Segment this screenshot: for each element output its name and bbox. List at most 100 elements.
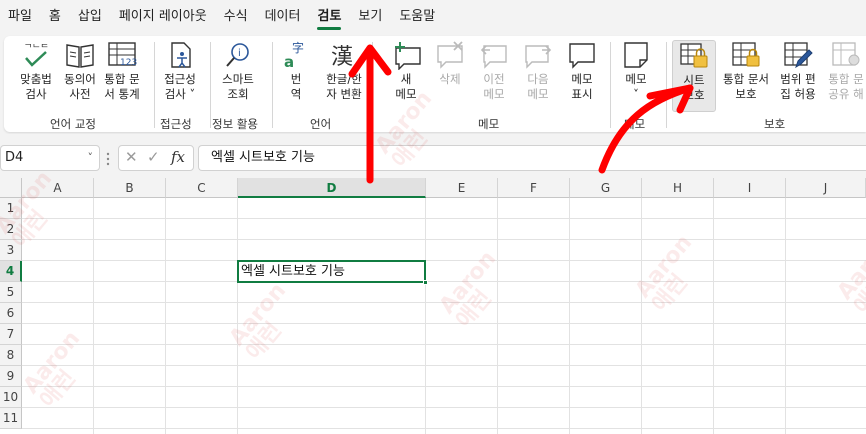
translate-button[interactable]: 字a 번 역 bbox=[272, 40, 320, 112]
row-header-10[interactable]: 10 bbox=[0, 387, 22, 408]
gridline bbox=[569, 198, 570, 434]
gridline bbox=[22, 218, 866, 219]
gridline bbox=[425, 198, 426, 434]
hangul-hanja-convert-button[interactable]: 漢 한글/한 자 변환 bbox=[320, 40, 368, 112]
workbook-statistics-button[interactable]: 123 통합 문 서 통계 bbox=[98, 40, 146, 112]
tab-3[interactable]: 페이지 레이아웃 bbox=[119, 0, 207, 34]
group-label-accessibility: 접근성 bbox=[160, 117, 192, 131]
gridline bbox=[22, 365, 866, 366]
protect-sheet-button[interactable]: 시트 보호 bbox=[672, 40, 716, 112]
gridline bbox=[785, 198, 786, 434]
gridline bbox=[713, 198, 714, 434]
cancel-icon[interactable]: ✕ bbox=[125, 148, 138, 166]
gridline bbox=[22, 323, 866, 324]
gridline bbox=[497, 198, 498, 434]
group-label-insights: 정보 활용 bbox=[212, 117, 258, 131]
tab-6[interactable]: 검토 bbox=[317, 0, 341, 34]
row-header-2[interactable]: 2 bbox=[0, 219, 22, 240]
row-header-9[interactable]: 9 bbox=[0, 366, 22, 387]
tab-5[interactable]: 데이터 bbox=[265, 0, 301, 34]
worksheet-grid[interactable]: A B C D E F G H I J 1 2 3 4 5 6 7 8 9 10 11 엑셀 시트보호 기능 bbox=[0, 178, 866, 434]
allow-edit-ranges-button[interactable]: 범위 편 집 허용 bbox=[774, 40, 822, 112]
column-header-j[interactable]: J bbox=[786, 178, 866, 198]
name-box[interactable]: D4 ˅ bbox=[0, 145, 100, 171]
thesaurus-button[interactable]: 동의어 사전 bbox=[56, 40, 104, 112]
protect-sheet-icon bbox=[680, 43, 708, 68]
more-options-icon[interactable] bbox=[106, 152, 110, 166]
next-comment-button[interactable]: 다음 메모 bbox=[514, 40, 562, 112]
row-header-6[interactable]: 6 bbox=[0, 303, 22, 324]
column-header-b[interactable]: B bbox=[94, 178, 166, 198]
tab-2[interactable]: 삽입 bbox=[78, 0, 102, 34]
tab-7[interactable]: 보기 bbox=[358, 0, 382, 34]
gridline bbox=[22, 344, 866, 345]
row-header-7[interactable]: 7 bbox=[0, 324, 22, 345]
gridline bbox=[93, 198, 94, 434]
tab-0[interactable]: 파일 bbox=[8, 0, 32, 34]
translate-icon: 字a bbox=[284, 40, 304, 70]
column-header-a[interactable]: A bbox=[22, 178, 94, 198]
notes-icon bbox=[624, 42, 648, 68]
group-separator bbox=[610, 42, 611, 128]
group-separator bbox=[154, 42, 155, 128]
select-all-corner[interactable] bbox=[0, 178, 22, 198]
group-separator bbox=[210, 42, 211, 128]
gridline bbox=[237, 198, 238, 434]
gridline bbox=[22, 239, 866, 240]
svg-text:123: 123 bbox=[120, 58, 137, 68]
insert-function-icon[interactable]: fx bbox=[171, 148, 185, 166]
previous-comment-icon bbox=[480, 45, 507, 69]
fill-handle[interactable] bbox=[423, 280, 428, 285]
thesaurus-icon bbox=[66, 44, 94, 68]
ribbon-panel: ᄀᄂᄃ 맞춤법 검사 동의어 사전 123 통합 문 서 통계 접근성 검사 ˅… bbox=[4, 36, 866, 132]
formula-input[interactable]: 엑셀 시트보호 기능 bbox=[198, 145, 866, 171]
show-comments-button[interactable]: 메모 표시 bbox=[558, 40, 606, 112]
column-header-g[interactable]: G bbox=[570, 178, 642, 198]
enter-icon[interactable]: ✓ bbox=[147, 148, 160, 166]
row-header-3[interactable]: 3 bbox=[0, 240, 22, 261]
column-header-h[interactable]: H bbox=[642, 178, 714, 198]
previous-comment-button[interactable]: 이전 메모 bbox=[470, 40, 518, 112]
selected-cell-d4[interactable]: 엑셀 시트보호 기능 bbox=[237, 260, 426, 283]
group-label-comments: 메모 bbox=[478, 117, 500, 131]
protect-workbook-button[interactable]: 통합 문서 보호 bbox=[720, 40, 772, 112]
allow-edit-ranges-icon bbox=[784, 42, 813, 69]
hanja-convert-icon: 漢 bbox=[331, 45, 353, 70]
column-header-c[interactable]: C bbox=[166, 178, 238, 198]
show-comments-icon bbox=[569, 43, 595, 69]
svg-text:a: a bbox=[284, 53, 294, 70]
new-comment-icon bbox=[395, 42, 421, 70]
check-accessibility-button[interactable]: 접근성 검사 ˅ bbox=[156, 40, 204, 112]
new-comment-button[interactable]: 새 메모 bbox=[382, 40, 430, 112]
row-header-1[interactable]: 1 bbox=[0, 198, 22, 219]
notes-button[interactable]: 메모 ˅ bbox=[612, 40, 660, 112]
group-label-language: 언어 bbox=[310, 117, 332, 131]
column-header-d[interactable]: D bbox=[238, 178, 426, 198]
group-label-notes: 메모 bbox=[624, 117, 646, 131]
column-header-f[interactable]: F bbox=[498, 178, 570, 198]
svg-text:漢: 漢 bbox=[331, 45, 353, 70]
row-header-5[interactable]: 5 bbox=[0, 282, 22, 303]
gridline bbox=[22, 260, 866, 261]
chevron-down-icon[interactable]: ˅ bbox=[88, 146, 94, 170]
group-label-protect: 보호 bbox=[764, 117, 786, 131]
delete-comment-icon bbox=[437, 41, 463, 69]
row-header-8[interactable]: 8 bbox=[0, 345, 22, 366]
tab-1[interactable]: 홈 bbox=[49, 0, 61, 34]
unshare-workbook-icon bbox=[832, 42, 860, 66]
delete-comment-button[interactable]: 삭제 bbox=[426, 40, 474, 112]
row-header-11[interactable]: 11 bbox=[0, 408, 22, 429]
group-separator bbox=[666, 42, 667, 128]
unshare-workbook-button[interactable]: 통합 문 공유 해 bbox=[822, 40, 866, 112]
gridline bbox=[22, 302, 866, 303]
tab-4[interactable]: 수식 bbox=[224, 0, 248, 34]
tab-8[interactable]: 도움말 bbox=[399, 0, 435, 34]
spelling-button[interactable]: ᄀᄂᄃ 맞춤법 검사 bbox=[12, 40, 60, 112]
protect-workbook-icon bbox=[732, 42, 760, 67]
smart-lookup-button[interactable]: i 스마트 조회 bbox=[214, 40, 262, 112]
group-separator bbox=[372, 42, 373, 128]
formula-tools: ✕ ✓ fx bbox=[118, 145, 194, 171]
row-header-4[interactable]: 4 bbox=[0, 261, 22, 282]
column-header-i[interactable]: I bbox=[714, 178, 786, 198]
column-header-e[interactable]: E bbox=[426, 178, 498, 198]
